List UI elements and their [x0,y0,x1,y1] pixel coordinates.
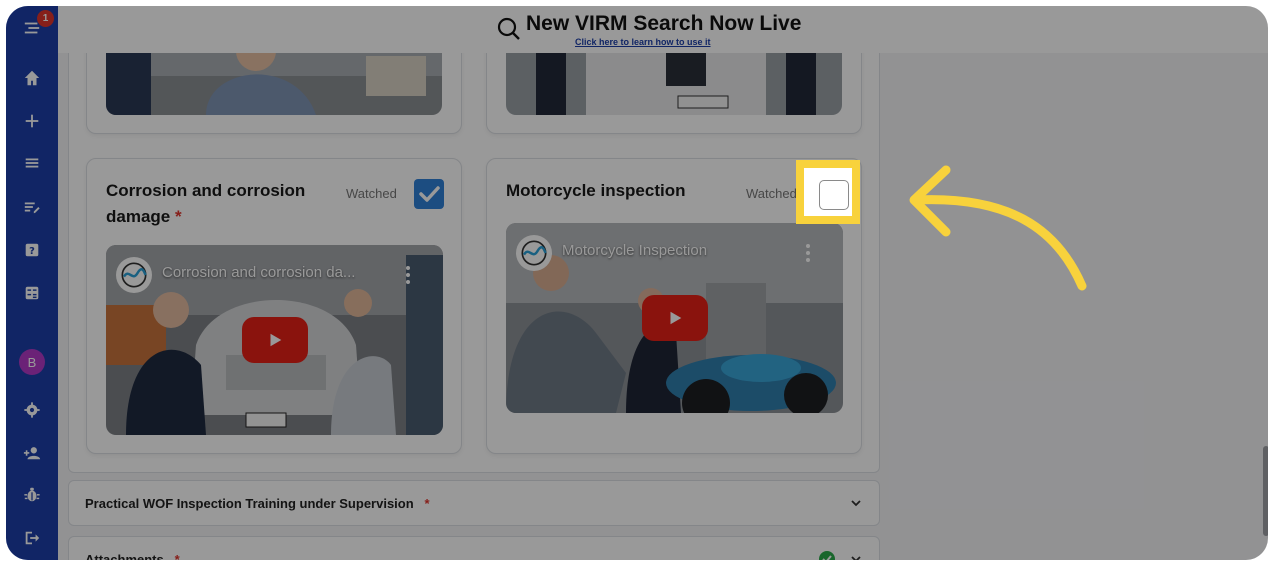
video-player-motorcycle[interactable]: Motorcycle Inspection [506,223,843,413]
chevron-down-icon[interactable] [849,552,863,560]
notification-badge[interactable]: 1 [37,10,54,27]
home-icon[interactable] [20,66,44,90]
channel-logo [116,257,152,293]
svg-text:?: ? [29,246,35,257]
watched-checkbox[interactable] [414,179,444,209]
watched-label: Watched [746,186,797,201]
section-label: Attachments * [85,552,180,560]
highlight-box [796,160,860,224]
unwatched-checkbox[interactable] [819,180,849,210]
logout-icon[interactable] [20,526,44,550]
check-icon [419,186,440,202]
chevron-down-icon[interactable] [849,496,863,510]
play-button[interactable] [642,295,708,341]
video-title: Corrosion and corrosion da... [162,264,356,281]
video-title: Motorcycle Inspection [562,242,708,259]
play-icon [670,311,682,325]
more-options-icon[interactable] [805,243,811,263]
scrollbar-thumb[interactable] [1263,446,1268,536]
section-practical-wof[interactable]: Practical WOF Inspection Training under … [68,480,880,526]
card-title: Motorcycle inspection [506,181,686,200]
play-icon [270,333,282,347]
section-label: Practical WOF Inspection Training under … [85,496,430,511]
play-button[interactable] [242,317,308,363]
plus-icon[interactable] [20,109,44,133]
settings-icon[interactable] [20,398,44,422]
edit-list-icon[interactable] [20,195,44,219]
highlight-inner [804,168,852,216]
channel-logo [516,235,552,271]
sidebar: 1 ? B [6,6,58,560]
complete-check-icon [819,551,835,560]
announcement-banner: New VIRM Search Now Live Click here to l… [58,6,1268,53]
card-title: Corrosion and corrosion damage * [106,181,306,226]
section-attachments[interactable]: Attachments * [68,536,880,560]
search-icon [497,17,520,40]
video-card-corrosion: Corrosion and corrosion damage * Watched [86,158,462,454]
add-user-icon[interactable] [20,441,44,465]
avatar[interactable]: B [19,349,45,375]
arrow-pointer-icon [909,165,1087,291]
help-icon[interactable]: ? [20,238,44,262]
app-frame: 1 ? B Corrosion and corrosion damage * W… [6,6,1268,560]
list-icon[interactable] [20,151,44,175]
calculator-icon[interactable] [20,281,44,305]
watched-label: Watched [346,186,397,201]
banner-title: New VIRM Search Now Live [526,12,802,35]
more-options-icon[interactable] [405,265,411,285]
banner-link[interactable]: Click here to learn how to use it [575,37,711,47]
bug-icon[interactable] [20,483,44,507]
video-player-corrosion[interactable]: Corrosion and corrosion da... [106,245,443,435]
